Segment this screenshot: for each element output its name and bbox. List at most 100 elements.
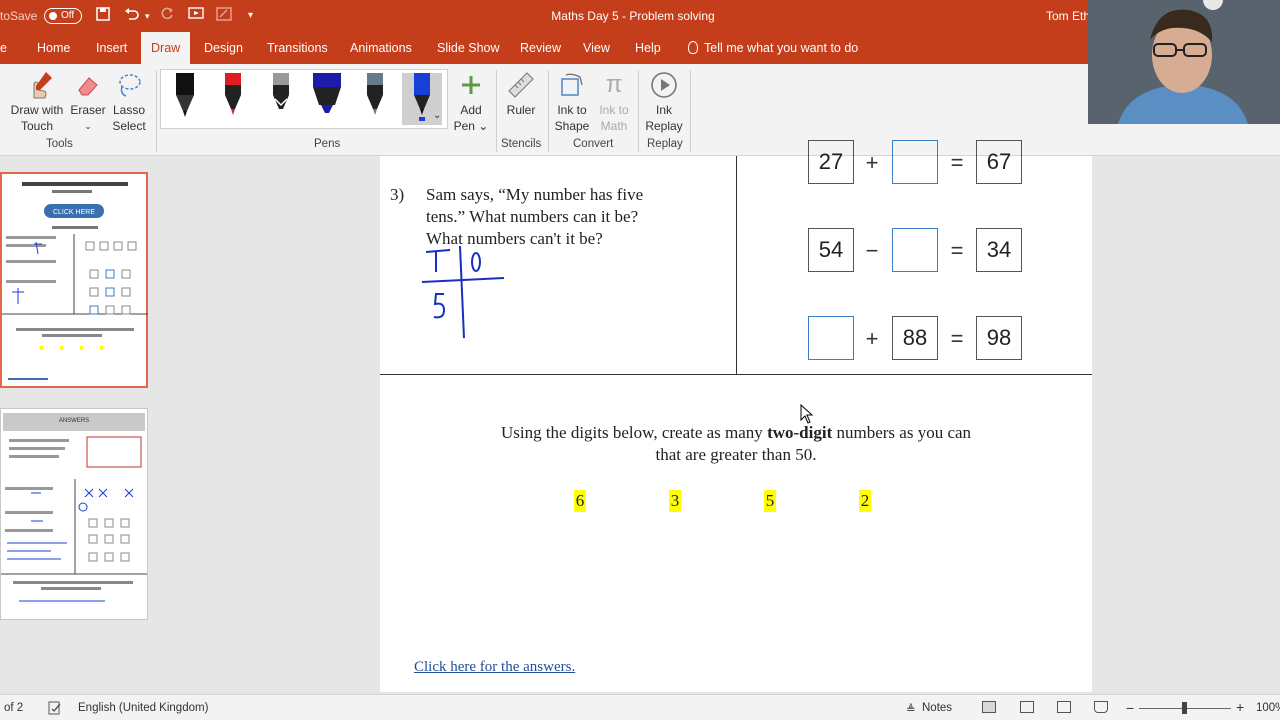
mouse-cursor-icon [800,404,814,424]
ribbon-separator [548,70,549,152]
tab-review[interactable]: Review [510,32,571,64]
zoom-in-button[interactable]: + [1236,699,1244,715]
equation-1-equals: = [950,150,964,175]
eraser-button[interactable]: Eraser ⌄ [70,68,106,134]
question-3-line-1: Sam says, “My number has five [426,185,644,204]
tab-help[interactable]: Help [625,32,671,64]
handwritten-place-value-chart [421,245,505,339]
tab-animations[interactable]: Animations [340,32,422,64]
spellcheck-icon[interactable] [48,701,62,715]
slide-thumbnail-1[interactable]: CLICK HERE [0,172,148,388]
language-indicator[interactable]: English (United Kingdom) [78,702,208,714]
slide-sorter-icon[interactable] [1020,701,1034,713]
lasso-label-1: Lasso [112,103,146,117]
ink-to-shape-button[interactable]: Ink to Shape [552,68,592,134]
equation-3-blank[interactable] [808,316,854,360]
pen-pencil-body [367,73,383,85]
slide-count: of 2 [4,702,24,714]
equation-2-op: − [865,238,879,263]
pen-black[interactable] [165,73,205,125]
equation-1-c: 67 [976,140,1022,184]
notes-caret-icon: ≜ [906,704,916,716]
pens-group-label: Pens [314,138,341,150]
ink-to-shape-label-1: Ink to [557,103,587,117]
equation-1-blank[interactable] [892,140,938,184]
equation-3-equals: = [950,326,964,351]
replay-group-label: Replay [647,138,683,150]
ink-to-math-label-1: Ink to [599,103,629,117]
pen-grey[interactable] [261,73,301,125]
equation-2-blank[interactable] [892,228,938,272]
slide-2-preview: ANSWERS [1,413,147,602]
section-divider-horizontal [380,374,1092,375]
notes-button[interactable]: Notes [922,702,952,714]
question-3-line-2: tens.” What numbers can it be? [426,207,639,226]
zoom-out-button[interactable]: − [1126,700,1134,716]
draw-with-touch-label-1: Draw with [10,103,64,117]
tab-home[interactable]: Home [27,32,80,64]
tab-slide-show[interactable]: Slide Show [427,32,510,64]
tab-design[interactable]: Design [194,32,253,64]
tell-me-search[interactable]: Tell me what you want to do [678,32,868,64]
instruction-bold: two-digit [767,423,833,442]
add-pen-button[interactable]: Add Pen ⌄ [452,68,490,134]
instruction-line-1: Using the digits below, create as many t… [380,422,1092,444]
ruler-button[interactable]: Ruler [502,68,540,118]
digits-instruction: Using the digits below, create as many t… [380,422,1092,466]
zoom-slider-thumb[interactable] [1182,702,1187,714]
tab-draw[interactable]: Draw [141,32,191,64]
convert-group-label: Convert [573,138,614,150]
draw-with-touch-label-2: Touch [20,119,54,133]
slide-canvas[interactable]: 3) Sam says, “My number has five tens.” … [380,140,1092,692]
instruction-pre: Using the digits below, create as many [500,423,768,442]
equation-3-c: 98 [976,316,1022,360]
equation-2-equals: = [950,238,964,263]
tab-insert[interactable]: Insert [86,32,137,64]
zoom-level[interactable]: 100% [1256,702,1280,714]
reading-view-icon[interactable] [1057,701,1071,713]
tab-transitions[interactable]: Transitions [257,32,338,64]
instruction-line-2: that are greater than 50. [655,445,817,464]
slide-1-preview: CLICK HERE [2,182,148,380]
pen-navy-body [313,73,341,87]
tools-group-label: Tools [46,138,73,150]
presenter-video [1088,0,1280,124]
pen-pencil[interactable] [355,73,395,125]
eraser-dropdown: ⌄ [84,121,92,131]
lasso-select-button[interactable]: Lasso Select [108,68,150,134]
ink-replay-label-2: Replay [645,119,683,133]
instruction-post: numbers as you can [832,423,972,442]
equation-3-b: 88 [892,316,938,360]
normal-view-icon[interactable] [982,701,996,713]
tab-view[interactable]: View [573,32,620,64]
draw-with-touch-button[interactable]: Draw with Touch [4,68,70,134]
pen-red-body [225,73,241,85]
ink-to-math-label-2: Math [600,119,628,133]
user-name[interactable]: Tom Eth [1046,9,1090,23]
equation-1-op: + [865,150,879,175]
draw-with-touch-icon [4,68,70,102]
equation-2-c: 34 [976,228,1022,272]
pens-gallery-more-icon[interactable]: ⌄ [433,110,441,121]
lasso-icon [108,68,150,102]
answers-link[interactable]: Click here for the answers. [414,659,575,676]
ruler-label: Ruler [506,103,536,117]
thumb-answers-header: ANSWERS [59,418,89,424]
add-pen-label-1: Add [460,103,482,117]
slide-editor: 3) Sam says, “My number has five tens.” … [170,140,1280,694]
ink-replay-button[interactable]: Ink Replay [643,68,685,134]
replay-icon [643,68,685,102]
slide-thumbnail-2[interactable]: ANSWERS [0,408,148,620]
pen-navy[interactable] [307,73,347,125]
question-3-number: 3) [390,185,405,204]
tab-file[interactable]: e [0,32,8,64]
ink-to-math-button[interactable]: π Ink to Math [594,68,634,134]
tell-me-label: Tell me what you want to do [704,41,859,55]
add-pen-label-2: Pen ⌄ [453,119,489,133]
slide-show-view-icon[interactable] [1094,701,1108,713]
thumb-click-here-text: CLICK HERE [53,209,95,216]
digit-card: 5 [764,490,776,512]
ribbon-separator [690,70,691,152]
ruler-icon [502,68,540,102]
pen-red[interactable] [213,73,253,125]
